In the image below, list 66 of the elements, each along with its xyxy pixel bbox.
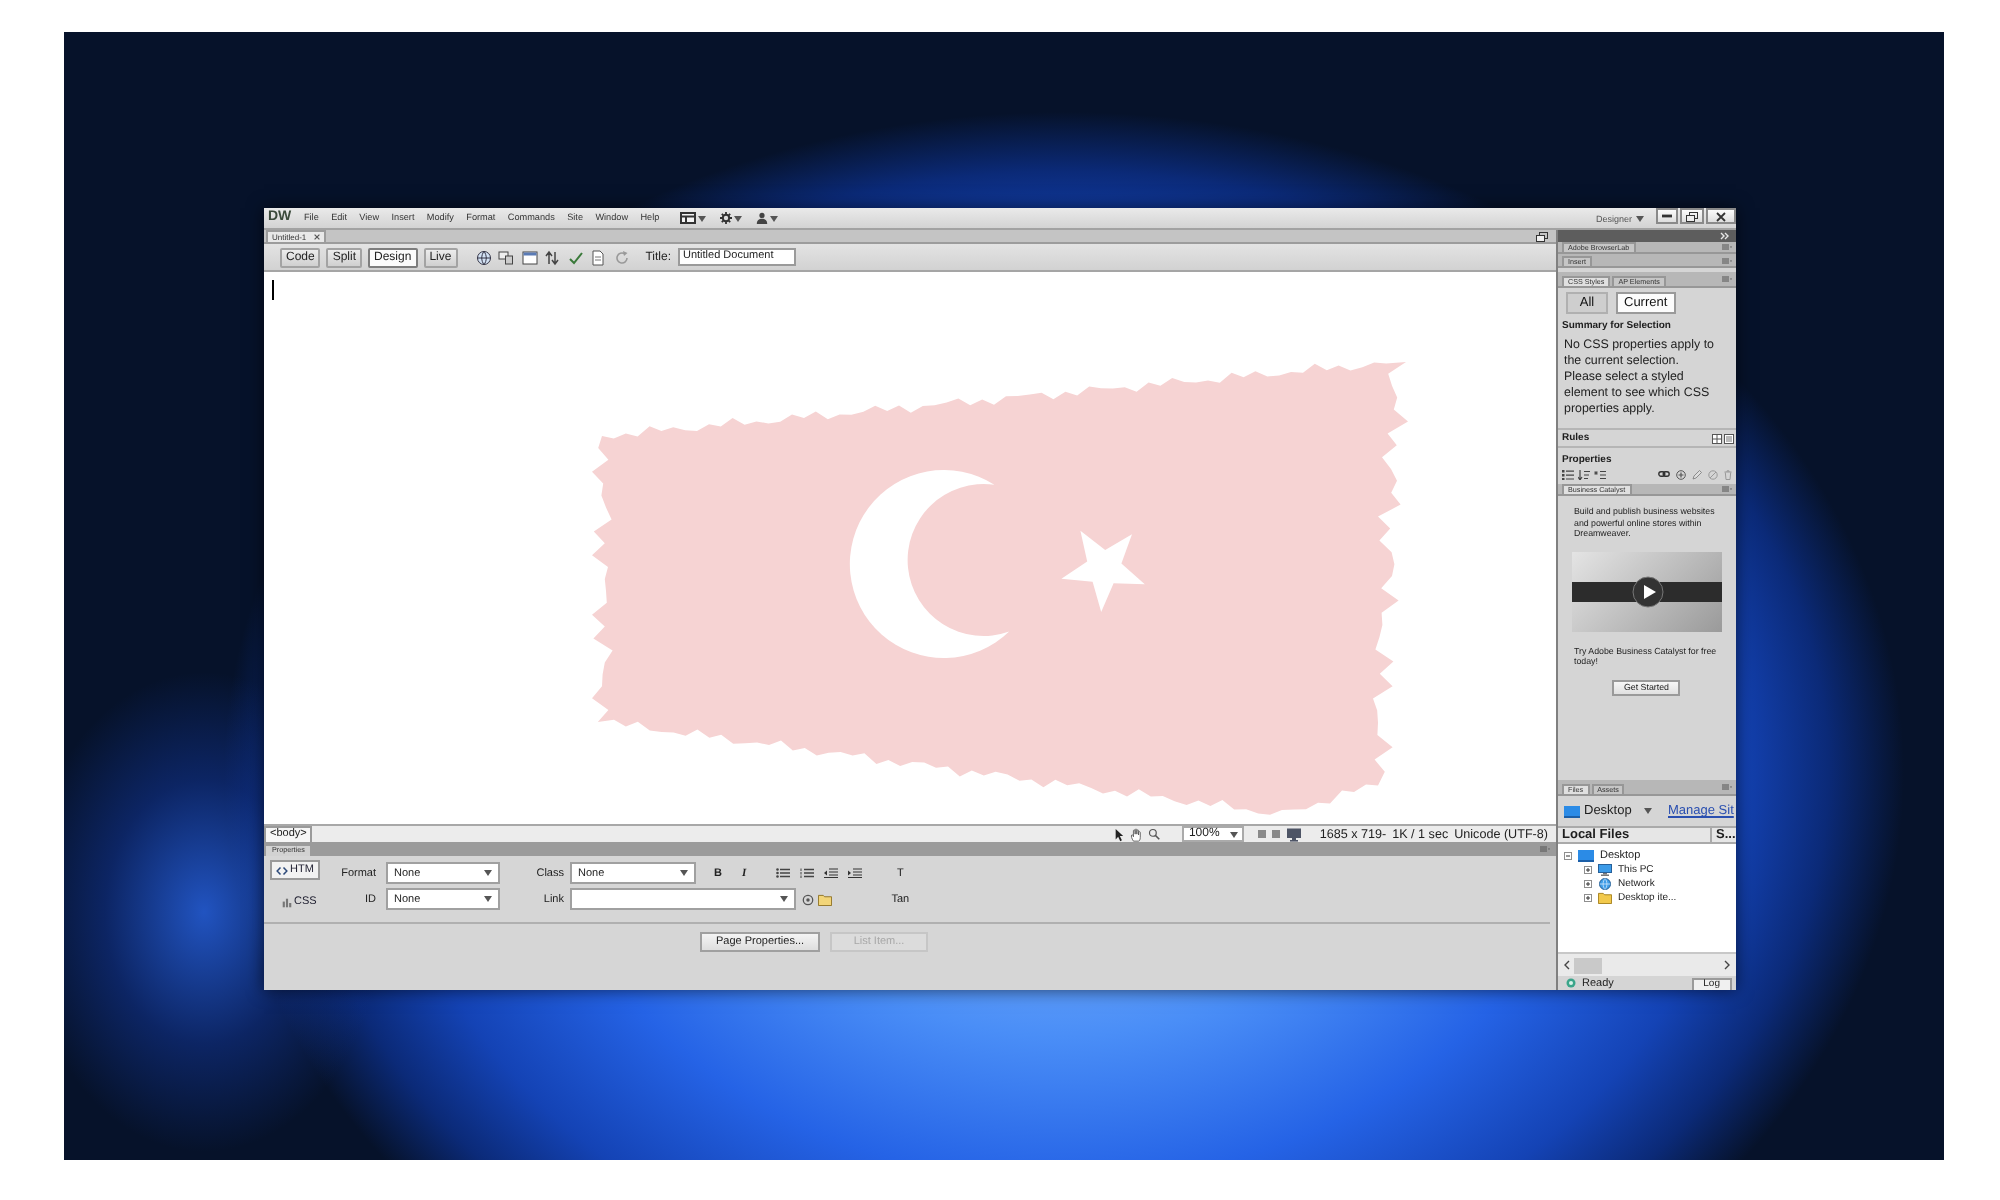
chevron-left-icon[interactable]: [1564, 960, 1570, 970]
bars-icon: [282, 897, 292, 907]
person-icon[interactable]: [755, 212, 768, 224]
code-icon: [276, 865, 288, 875]
chain-link-icon[interactable]: [1658, 470, 1670, 478]
numbered-list-icon[interactable]: [800, 868, 815, 878]
folder-icon[interactable]: [818, 893, 832, 905]
screen-icon: [1564, 805, 1580, 817]
grid-icon[interactable]: [1712, 433, 1722, 443]
list-icon[interactable]: [1562, 469, 1574, 479]
tree-toggle-icon[interactable]: [1584, 865, 1592, 873]
restore-icon: [1686, 211, 1698, 221]
tree-toggle-icon[interactable]: [1584, 893, 1592, 901]
status-icon: [1566, 978, 1576, 988]
bulleted-list-icon[interactable]: [776, 868, 791, 878]
caret-icon[interactable]: [769, 215, 778, 221]
sort-icon[interactable]: [1578, 469, 1590, 479]
caret-icon: [1229, 831, 1238, 837]
minimize-icon: [1662, 214, 1672, 218]
restore-icon[interactable]: [1536, 231, 1548, 241]
screens-icon[interactable]: [498, 249, 515, 265]
scrollbar-thumb[interactable]: [1574, 957, 1602, 973]
page-icon[interactable]: [1724, 433, 1734, 443]
double-chevron-icon[interactable]: [1720, 232, 1730, 240]
globe-icon: [1598, 877, 1612, 889]
hand-icon[interactable]: [1130, 827, 1143, 841]
layout-icon[interactable]: [679, 212, 696, 224]
zoom-icon[interactable]: [1148, 828, 1161, 840]
caret-icon[interactable]: [733, 215, 742, 221]
plus-icon[interactable]: [1676, 469, 1686, 479]
screen-icon: [1578, 849, 1594, 861]
gear-icon[interactable]: [719, 212, 732, 224]
tree-toggle-icon[interactable]: [1564, 851, 1572, 859]
browser-icon[interactable]: [521, 249, 538, 265]
arrows-icon[interactable]: [544, 249, 561, 265]
square-icon[interactable]: [1271, 830, 1280, 838]
restore-button[interactable]: [1680, 208, 1704, 224]
monitor-icon[interactable]: [1285, 827, 1302, 841]
caret-icon: [1644, 808, 1652, 814]
close-icon: [1716, 211, 1726, 221]
caret-icon: [484, 870, 492, 876]
play-icon[interactable]: [1631, 575, 1663, 608]
tree-toggle-icon[interactable]: [1584, 879, 1592, 887]
close-button[interactable]: [1706, 208, 1736, 224]
square-icon[interactable]: [1257, 830, 1266, 838]
pointer-icon[interactable]: [1114, 827, 1125, 841]
horizontal-scrollbar[interactable]: [1558, 952, 1736, 976]
globe-icon[interactable]: [475, 249, 492, 265]
outdent-icon[interactable]: [824, 868, 839, 878]
link-field[interactable]: [570, 888, 796, 910]
close-icon[interactable]: [314, 234, 321, 240]
minimize-button[interactable]: [1656, 208, 1678, 224]
caret-icon: [780, 896, 788, 902]
asterisk-icon[interactable]: [1594, 469, 1606, 479]
target-icon[interactable]: [802, 893, 814, 905]
checkmark-icon[interactable]: [567, 249, 584, 265]
caret-icon: [680, 870, 688, 876]
folder-icon: [1598, 891, 1612, 903]
indent-icon[interactable]: [848, 868, 863, 878]
chevron-right-icon[interactable]: [1724, 960, 1730, 970]
document-icon[interactable]: [590, 249, 607, 265]
caret-icon[interactable]: [697, 215, 706, 221]
caret-icon: [1636, 216, 1644, 222]
computer-icon: [1598, 863, 1612, 875]
caret-icon: [484, 896, 492, 902]
text-cursor: [272, 280, 274, 300]
